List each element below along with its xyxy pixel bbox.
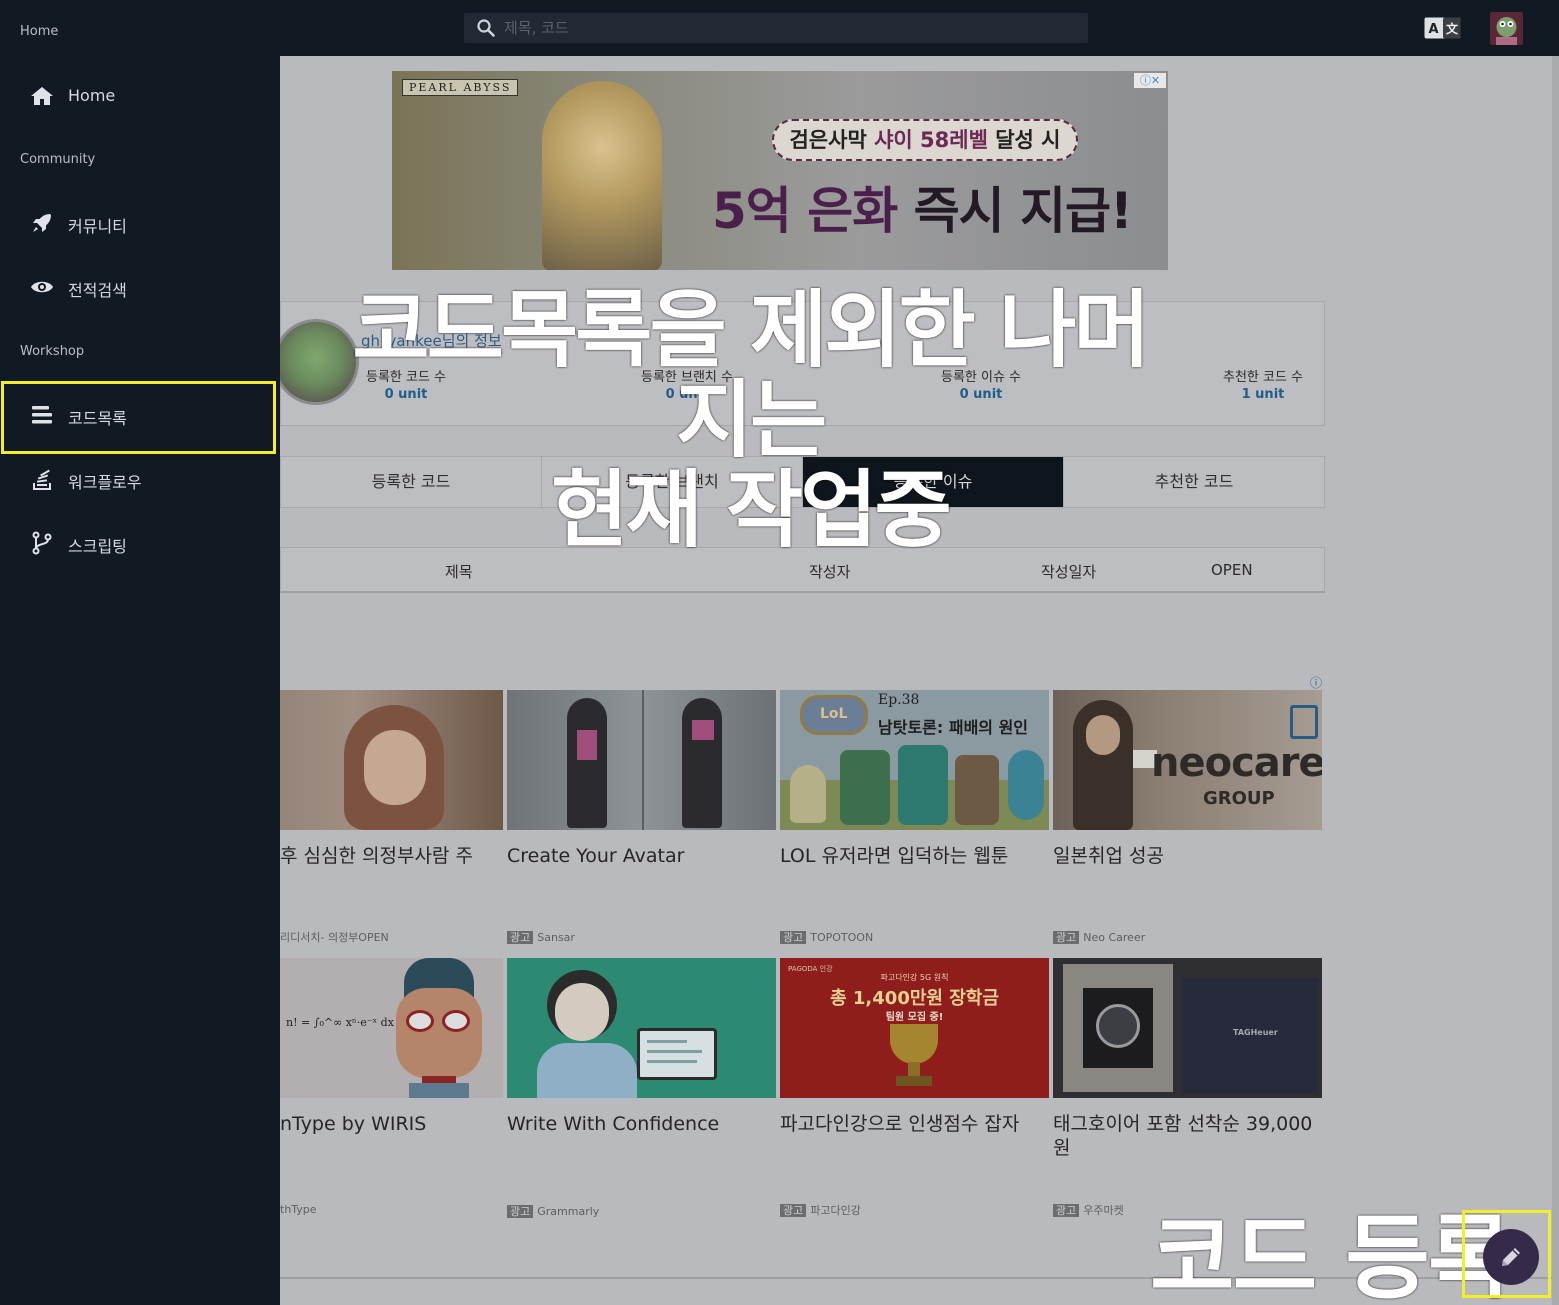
ad-card[interactable]: Create Your Avatar 광고 Sansar xyxy=(507,690,776,944)
ad-image-text: 파고다인강 5G 원칙 xyxy=(880,973,949,982)
ad-source: 리디서치- 의정부OPEN xyxy=(280,931,389,944)
sidebar-item-workflow[interactable]: 워크플로우 xyxy=(0,447,280,511)
ad-title: Create Your Avatar xyxy=(507,845,685,867)
branch-icon xyxy=(32,531,52,555)
ad-card[interactable]: Write With Confidence 광고 Grammarly xyxy=(507,958,776,1218)
sidebar-section-community: Community xyxy=(20,152,96,167)
column-date[interactable]: 작성일자 xyxy=(1041,561,1096,582)
eye-icon xyxy=(31,281,53,293)
sidebar-section-home: Home xyxy=(20,24,59,39)
ad-title: 일본취업 성공 xyxy=(1053,845,1164,867)
ad-choices-icon[interactable]: ⓘ✕ xyxy=(1134,73,1166,88)
banner-headline: 검은사막 샤이 58레벨 달성 시 xyxy=(772,119,1078,161)
sidebar-item-label: 스크립팅 xyxy=(68,537,127,556)
stat-recommended: 추천한 코드 수1 unit xyxy=(1222,370,1304,402)
banner-main-text: 5억 은화 즉시 지급! xyxy=(712,182,1133,240)
ad-card[interactable]: neocareer GROUP 일본취업 성공 광고Neo Career xyxy=(1053,690,1322,944)
sidebar-section-workshop: Workshop xyxy=(20,344,85,359)
ad-source: 광고 파고다인강 xyxy=(780,1202,861,1218)
svg-text:文: 文 xyxy=(1446,21,1459,36)
search-box[interactable] xyxy=(464,13,1088,43)
ad-title: 태그호이어 포함 선착순 39,000원 xyxy=(1053,1113,1313,1159)
ad-image-text: 팀원 모집 중! xyxy=(885,1012,944,1023)
ad-image-text: Ep.38 xyxy=(878,692,920,708)
ad-source: 광고 TOPOTOON xyxy=(780,929,873,945)
search-icon xyxy=(477,19,495,37)
ad-image: neocareer GROUP xyxy=(1053,690,1322,830)
rocket-icon xyxy=(33,214,51,232)
ad-title: LOL 유저라면 입덕하는 웹툰 xyxy=(780,845,1009,867)
svg-text:A: A xyxy=(1428,22,1438,37)
user-avatar[interactable] xyxy=(1490,12,1523,45)
ad-image: PAGODA 인강 파고다인강 5G 원칙 총 1,400만원 장학금 팀원 모… xyxy=(780,958,1049,1098)
ad-image-text: GROUP xyxy=(1203,788,1275,809)
ad-image: TAGHeuer xyxy=(1053,958,1322,1098)
register-code-button[interactable] xyxy=(1483,1229,1539,1285)
sidebar-item-label: 워크플로우 xyxy=(68,473,142,492)
ad-image xyxy=(507,958,776,1098)
sidebar-item-label: Home xyxy=(68,86,116,105)
ad-info-icon[interactable]: ⓘ xyxy=(1310,674,1322,691)
ad-card[interactable]: LoL Ep.38 남탓토론: 패배의 원인 LOL 유저라면 입덕하는 웹툰 … xyxy=(780,690,1049,944)
ad-image-text: 남탓토론: 패배의 원인 xyxy=(878,718,1029,737)
sidebar-item-record-search[interactable]: 전적검색 xyxy=(0,255,280,319)
ad-card[interactable]: TAGHeuer 태그호이어 포함 선착순 39,000원 광고 우주마켓 xyxy=(1053,958,1322,1217)
ad-image-text: neocareer xyxy=(1151,740,1322,786)
ad-source: thType xyxy=(280,1203,317,1216)
ad-title: 파고다인강으로 인생점수 잡자 xyxy=(780,1113,1020,1135)
sidebar-item-label: 커뮤니티 xyxy=(68,217,127,236)
ad-image: LoL Ep.38 남탓토론: 패배의 원인 xyxy=(780,690,1049,830)
column-author[interactable]: 작성자 xyxy=(809,561,850,582)
banner-character-image xyxy=(542,81,662,270)
sidebar-item-label: 전적검색 xyxy=(68,281,127,300)
column-open[interactable]: OPEN xyxy=(1211,561,1253,579)
ad-source: 광고 우주마켓 xyxy=(1053,1202,1124,1218)
stack-icon xyxy=(33,469,51,490)
ad-source: 광고 Sansar xyxy=(507,929,575,945)
sidebar: Home Home Community 커뮤니티 전적검색 Workshop 코… xyxy=(0,0,280,1305)
ad-source: 광고 Neo Career xyxy=(1053,929,1145,945)
ad-image-text: 총 1,400만원 장학금 xyxy=(830,988,999,1009)
ad-source: 광고 Grammarly xyxy=(507,1203,599,1219)
translate-icon[interactable]: A 文 xyxy=(1424,17,1461,39)
scrollbar[interactable] xyxy=(1552,56,1559,1305)
overlay-notice: 코드목록을 제외한 나머지는 현재 작업중 xyxy=(352,281,1150,559)
search-input[interactable] xyxy=(504,16,1064,40)
highlight-code-list xyxy=(1,381,276,454)
ad-card[interactable]: PAGODA 인강 파고다인강 5G 원칙 총 1,400만원 장학금 팀원 모… xyxy=(780,958,1049,1217)
ad-image-text: TAGHeuer xyxy=(1233,1028,1278,1037)
ad-banner[interactable]: PEARL ABYSS 검은사막 샤이 58레벨 달성 시 5억 은화 즉시 지… xyxy=(392,71,1168,270)
ad-title: Write With Confidence xyxy=(507,1113,720,1135)
sidebar-item-community[interactable]: 커뮤니티 xyxy=(0,191,280,255)
overlay-register-label: 코드 등록 xyxy=(1150,1205,1513,1305)
sidebar-item-home[interactable]: Home xyxy=(0,64,280,128)
ad-image xyxy=(507,690,776,830)
banner-brand: PEARL ABYSS xyxy=(402,79,519,96)
sidebar-item-scripting[interactable]: 스크립팅 xyxy=(0,511,280,575)
pencil-icon xyxy=(1502,1248,1520,1266)
column-title[interactable]: 제목 xyxy=(445,561,473,582)
ad-image-text: n! = ∫₀^∞ xⁿ·e⁻ˣ dx xyxy=(286,1016,394,1029)
home-icon xyxy=(31,87,53,105)
